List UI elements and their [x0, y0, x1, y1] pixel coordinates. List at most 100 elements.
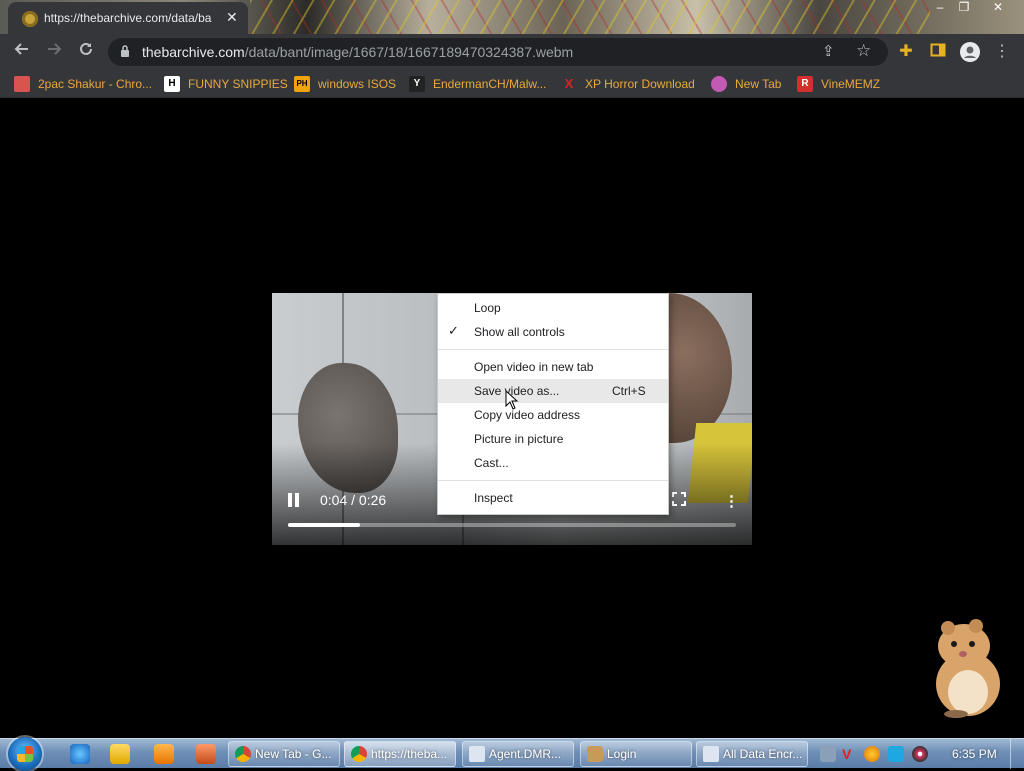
tray-v-icon[interactable]: V	[842, 746, 858, 762]
taskbar-button-agent[interactable]: Agent.DMR...	[462, 741, 574, 767]
menu-item-shortcut: Ctrl+S	[612, 384, 646, 398]
tab-title: https://thebarchive.com/data/ba	[44, 11, 212, 25]
address-bar[interactable]: thebarchive.com/data/bant/image/1667/18/…	[108, 38, 888, 66]
bookmark-label: New Tab	[735, 77, 782, 91]
fullscreen-icon[interactable]	[672, 492, 686, 506]
browser-toolbar: thebarchive.com/data/bant/image/1667/18/…	[0, 34, 1024, 70]
taskbar-button-login[interactable]: Login	[580, 741, 692, 767]
video-context-menu: Loop ✓ Show all controls Open video in n…	[437, 293, 669, 515]
app-icon	[587, 746, 603, 762]
bookmark-label: VineMEMZ	[821, 77, 881, 91]
video-progress-fill	[288, 523, 360, 527]
app-shortcut-icon[interactable]	[196, 744, 216, 764]
clock[interactable]: 6:35 PM	[952, 747, 997, 761]
tray-network-icon[interactable]	[888, 746, 904, 762]
bookmark-favicon-icon	[14, 76, 30, 92]
bookmark-favicon-icon: R	[797, 76, 813, 92]
wallpaper-theme	[250, 0, 930, 34]
bookmark-label: 2pac Shakur - Chro...	[38, 77, 153, 91]
bookmark-2pac[interactable]: 2pac Shakur - Chro...	[14, 76, 152, 92]
tray-speaker-icon[interactable]	[912, 746, 928, 762]
menu-item-cast[interactable]: Cast...	[438, 451, 668, 475]
start-button[interactable]	[8, 737, 42, 771]
puzzle-icon[interactable]: ✚	[896, 42, 916, 62]
show-desktop-button[interactable]	[1010, 739, 1024, 769]
checkmark-icon: ✓	[448, 323, 459, 338]
menu-item-label: Loop	[474, 301, 501, 315]
window-icon	[703, 746, 719, 762]
taskbar-button-label: https://theba...	[371, 747, 448, 761]
windows-taskbar: New Tab - G... https://theba... Agent.DM…	[0, 737, 1024, 771]
video-time: 0:04 / 0:26	[320, 492, 387, 508]
tab-close-icon[interactable]: ✕	[226, 9, 238, 26]
mouse-cursor-icon	[505, 390, 519, 410]
menu-item-label: Open video in new tab	[474, 360, 594, 374]
tray-app-icon[interactable]	[820, 746, 836, 762]
taskbar-button-label: Agent.DMR...	[489, 747, 562, 761]
folder-icon[interactable]	[110, 744, 130, 764]
menu-item-label: Inspect	[474, 491, 513, 505]
taskbar-button-label: New Tab - G...	[255, 747, 332, 761]
tray-search-icon[interactable]	[864, 746, 880, 762]
profile-avatar-icon[interactable]	[960, 42, 980, 62]
bookmark-label: XP Horror Download	[585, 77, 695, 91]
bookmark-label: FUNNY SNIPPIES	[188, 77, 288, 91]
bookmark-favicon-icon: H	[164, 76, 180, 92]
bookmark-xp-horror[interactable]: X XP Horror Download	[561, 76, 695, 92]
url-text[interactable]: thebarchive.com/data/bant/image/1667/18/…	[142, 44, 573, 60]
forward-arrow-icon[interactable]	[42, 40, 66, 64]
pause-icon[interactable]	[288, 493, 302, 509]
reload-icon[interactable]	[74, 40, 98, 64]
maximize-button[interactable]: ❐	[954, 0, 974, 18]
site-favicon-icon	[22, 11, 38, 27]
hamster-desktop-pet[interactable]	[918, 614, 1010, 718]
chrome-icon	[351, 746, 367, 762]
bookmark-vinememz[interactable]: R VineMEMZ	[797, 76, 880, 92]
title-bar: https://thebarchive.com/data/ba ✕ – ❐ ✕	[0, 0, 1024, 34]
sidepanel-icon[interactable]	[928, 42, 948, 62]
taskbar-button-thebarchive[interactable]: https://theba...	[344, 741, 456, 767]
bookmark-favicon-icon: Y	[409, 76, 425, 92]
close-window-button[interactable]: ✕	[986, 0, 1010, 18]
browser-tab[interactable]: https://thebarchive.com/data/ba ✕	[8, 2, 248, 34]
chrome-icon	[235, 746, 251, 762]
menu-item-label: Cast...	[474, 456, 509, 470]
taskbar-button-all-data[interactable]: All Data Encr...	[696, 741, 808, 767]
bookmarks-bar: 2pac Shakur - Chro... H FUNNY SNIPPIES P…	[0, 70, 1024, 98]
system-tray: V 6:35 PM	[812, 739, 1024, 769]
menu-separator	[438, 349, 668, 350]
bookmark-favicon-icon	[711, 76, 727, 92]
taskbar-button-label: All Data Encr...	[723, 747, 803, 761]
menu-item-picture-in-picture[interactable]: Picture in picture	[438, 427, 668, 451]
bookmark-new-tab[interactable]: New Tab	[711, 76, 781, 92]
taskbar-button-label: Login	[607, 747, 637, 761]
lock-icon[interactable]	[120, 45, 130, 57]
internet-explorer-icon[interactable]	[70, 744, 90, 764]
bookmark-label: windows ISOS	[318, 77, 397, 91]
menu-item-loop[interactable]: Loop	[438, 296, 668, 320]
bookmark-star-icon[interactable]: ☆	[856, 41, 871, 61]
back-arrow-icon[interactable]	[10, 40, 34, 64]
video-progress-bar[interactable]	[288, 523, 736, 527]
window-icon	[469, 746, 485, 762]
share-icon[interactable]: ⇪	[822, 42, 835, 60]
menu-item-open-video-new-tab[interactable]: Open video in new tab	[438, 355, 668, 379]
menu-item-label: Copy video address	[474, 408, 581, 422]
media-player-icon[interactable]	[154, 744, 174, 764]
menu-item-inspect[interactable]: Inspect	[438, 486, 668, 510]
menu-item-label: Show all controls	[474, 325, 565, 339]
bookmark-label: EndermanCH/Malw...	[433, 77, 547, 91]
bookmark-endermanch[interactable]: Y EndermanCH/Malw...	[409, 76, 546, 92]
bookmark-favicon-icon: X	[564, 76, 574, 91]
kebab-menu-icon[interactable]: ⋮	[992, 42, 1012, 62]
bookmark-favicon-icon: PH	[294, 76, 310, 92]
menu-separator	[438, 480, 668, 481]
menu-item-show-all-controls[interactable]: ✓ Show all controls	[438, 320, 668, 344]
video-more-icon[interactable]: ⋮	[724, 492, 739, 510]
taskbar-button-new-tab[interactable]: New Tab - G...	[228, 741, 340, 767]
bookmark-funny-snippies[interactable]: H FUNNY SNIPPIES	[164, 76, 288, 92]
menu-item-copy-video-address[interactable]: Copy video address	[438, 403, 668, 427]
menu-item-save-video-as[interactable]: Save video as... Ctrl+S	[438, 379, 668, 403]
minimize-button[interactable]: –	[930, 0, 950, 18]
bookmark-windows-isos[interactable]: PH windows ISOS	[294, 76, 396, 92]
